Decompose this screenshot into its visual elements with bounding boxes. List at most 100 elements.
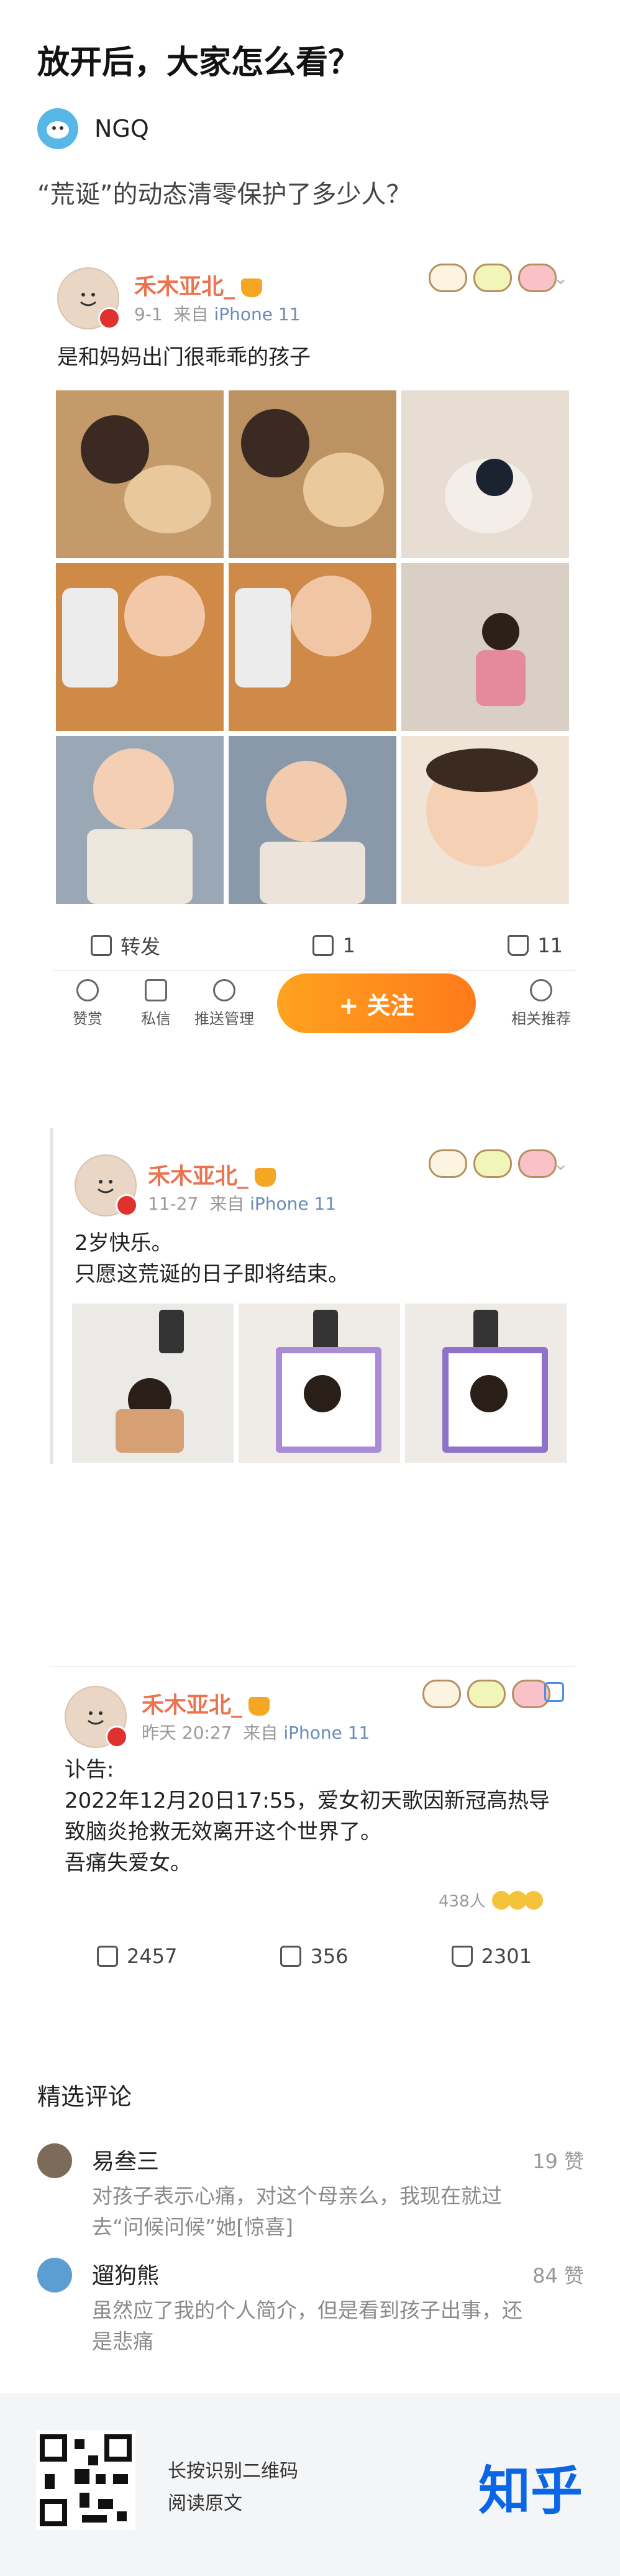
repost-icon	[91, 935, 112, 956]
cloud-emoji-icon	[473, 264, 512, 292]
chevron-down-icon[interactable]: ⌄	[553, 267, 568, 289]
comment-item: 遛狗熊 84 赞 虽然应了我的个人简介，但是看到孩子出事，还是悲痛	[37, 2258, 584, 2353]
zhihu-logo: 知乎	[478, 2460, 583, 2521]
cloud-emoji-icon	[429, 1149, 467, 1178]
answer-title: 放开后，大家怎么看？	[37, 44, 361, 81]
bird-icon	[47, 121, 69, 139]
emoji-decorations	[429, 264, 557, 292]
verified-badge	[106, 1726, 128, 1748]
commenter-avatar[interactable]	[37, 2143, 72, 2178]
post-text: 是和妈妈出门很乖乖的孩子	[57, 345, 311, 370]
post-text: 讣告: 2022年12月20日17:55，爱女初天歌因新冠高热导 致脑炎抢救无效…	[65, 1754, 550, 1879]
crown-icon	[248, 1697, 270, 1716]
post-line: 致脑炎抢救无效离开这个世界了。	[65, 1819, 381, 1844]
chevron-up-icon	[530, 978, 552, 1001]
crown-icon	[241, 278, 263, 297]
question-text: “荒诞”的动态清零保护了多少人？	[37, 180, 411, 209]
comment-icon	[312, 935, 334, 956]
photo[interactable]	[239, 1304, 400, 1463]
repost-button[interactable]: 2457	[97, 1944, 177, 1968]
follow-button[interactable]: + 关注	[277, 973, 476, 1033]
author-avatar[interactable]	[37, 108, 78, 149]
repost-button[interactable]: 转发	[91, 931, 160, 960]
like-button[interactable]: 2301	[451, 1944, 532, 1968]
yen-icon	[76, 978, 99, 1001]
weibo-post-2: 禾木亚北_ 11-27 来自 iPhone 11 ⌄ 2岁快乐。 只愿这荒诞的日…	[50, 1128, 579, 1464]
comment-button[interactable]: 356	[280, 1944, 349, 1968]
sad-emoji-icon	[524, 1890, 543, 1910]
cloud-emoji-icon	[467, 1680, 506, 1708]
read-original-label[interactable]: 阅读原文	[168, 2488, 298, 2520]
commenter-avatar[interactable]	[37, 2258, 72, 2293]
photo[interactable]	[56, 563, 224, 731]
crown-icon	[255, 1168, 276, 1187]
repost-icon	[97, 1946, 118, 1967]
post-line: 吾痛失爱女。	[65, 1851, 191, 1875]
photo-grid	[56, 390, 569, 904]
post-meta: 昨天 20:27 来自 iPhone 11	[142, 1723, 370, 1743]
post-line: 讣告:	[65, 1757, 114, 1782]
post-text: 2岁快乐。 只愿这荒诞的日子即将结束。	[75, 1228, 349, 1290]
weibo-post-1: 禾木亚北_ 9-1 来自 iPhone 11 ⌄ 是和妈妈出门很乖乖的孩子 转发…	[53, 230, 575, 1057]
photo[interactable]	[229, 736, 396, 904]
photo[interactable]	[405, 1304, 567, 1463]
emoji-decorations	[429, 1149, 557, 1178]
post-line: 2022年12月20日17:55，爱女初天歌因新冠高热导	[65, 1788, 550, 1813]
post-actions: 2457 356 2301	[97, 1944, 532, 1968]
post-actions: 转发 1 11	[91, 931, 563, 960]
cloud-emoji-icon	[422, 1680, 461, 1708]
reaction-count: 438人	[439, 1892, 486, 1911]
poster-avatar[interactable]	[65, 1686, 128, 1748]
message-button[interactable]: 私信	[122, 978, 190, 1028]
cloud-emoji-icon	[429, 264, 467, 292]
thumbs-up-icon	[508, 935, 529, 956]
footer-hint: 长按识别二维码 阅读原文	[168, 2455, 298, 2520]
emoji-decorations	[422, 1680, 550, 1708]
photo[interactable]	[229, 390, 396, 558]
scan-icon[interactable]	[544, 1682, 564, 1702]
poster-name[interactable]: 禾木亚北_	[134, 269, 263, 301]
author-name[interactable]: NGQ	[94, 115, 149, 142]
weibo-post-3: 禾木亚北_ 昨天 20:27 来自 iPhone 11 讣告: 2022年12月…	[50, 1666, 575, 1990]
qr-hint-label: 长按识别二维码	[168, 2460, 298, 2482]
reward-button[interactable]: 赞赏	[53, 978, 122, 1028]
smile-face-icon	[98, 1180, 114, 1194]
photo[interactable]	[401, 736, 569, 904]
poster-name[interactable]: 禾木亚北_	[148, 1158, 276, 1190]
post-meta: 9-1 来自 iPhone 11	[134, 304, 301, 324]
commenter-name[interactable]: 易叁三	[92, 2143, 159, 2176]
cloud-emoji-icon	[473, 1149, 512, 1178]
verified-badge	[116, 1194, 138, 1217]
qr-code[interactable]	[36, 2431, 135, 2530]
reaction-summary[interactable]: 438人	[439, 1888, 543, 1911]
poster-avatar[interactable]	[75, 1154, 138, 1217]
photo[interactable]	[229, 563, 396, 731]
photo[interactable]	[401, 563, 569, 731]
post-meta: 11-27 来自 iPhone 11	[148, 1194, 337, 1214]
photo[interactable]	[56, 736, 224, 904]
push-settings-button[interactable]: 推送管理	[190, 978, 258, 1028]
comment-likes[interactable]: 19 赞	[532, 2146, 584, 2174]
comment-button[interactable]: 1	[312, 934, 355, 957]
photo[interactable]	[401, 390, 569, 558]
smile-face-icon	[80, 293, 96, 306]
smile-face-icon	[88, 1711, 104, 1725]
photo[interactable]	[72, 1304, 234, 1463]
cloud-emoji-icon	[518, 1149, 557, 1178]
comment-text: 虽然应了我的个人简介，但是看到孩子出事，还是悲痛	[92, 2298, 522, 2353]
comment-text: 对孩子表示心痛，对这个母亲么，我现在就过去“问候问候”她[惊喜]	[92, 2184, 502, 2239]
poster-avatar[interactable]	[57, 267, 121, 329]
post-line: 2岁快乐。	[75, 1231, 173, 1256]
related-button[interactable]: 相关推荐	[501, 978, 581, 1028]
comment-likes[interactable]: 84 赞	[532, 2260, 584, 2289]
chevron-down-icon[interactable]: ⌄	[553, 1153, 568, 1175]
cloud-emoji-icon	[518, 264, 557, 292]
footer: 长按识别二维码 阅读原文 知乎	[0, 2393, 620, 2576]
author-row[interactable]: NGQ	[37, 107, 149, 150]
commenter-name[interactable]: 遛狗熊	[92, 2258, 159, 2290]
like-button[interactable]: 11	[508, 934, 563, 957]
photo[interactable]	[56, 390, 224, 558]
post-line: 只愿这荒诞的日子即将结束。	[75, 1262, 349, 1287]
poster-name[interactable]: 禾木亚北_	[142, 1687, 270, 1719]
comments-section-title: 精选评论	[37, 2083, 132, 2110]
